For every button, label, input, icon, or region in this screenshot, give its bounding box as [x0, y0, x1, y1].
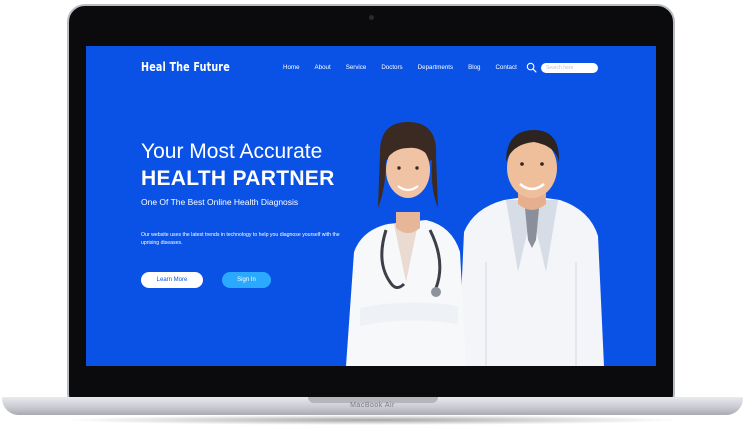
nav-contact[interactable]: Contact	[495, 64, 516, 71]
female-doctor-figure	[346, 122, 466, 366]
nav-departments[interactable]: Departments	[418, 64, 453, 71]
device-label: MacBook Air	[350, 402, 395, 409]
main-nav: Home About Service Doctors Departments B…	[283, 64, 532, 71]
nav-blog[interactable]: Blog	[468, 64, 480, 71]
nav-about[interactable]: About	[315, 64, 331, 71]
male-doctor-figure	[458, 130, 604, 366]
hero-title-line2: HEALTH PARTNER	[141, 167, 335, 190]
search-input[interactable]	[541, 63, 598, 73]
nav-home[interactable]: Home	[283, 64, 300, 71]
nav-service[interactable]: Service	[346, 64, 367, 71]
hero-subtitle: One Of The Best Online Health Diagnosis	[141, 197, 299, 207]
learn-more-button[interactable]: Learn More	[141, 272, 203, 288]
hero-description: Our website uses the latest trends in te…	[141, 232, 340, 246]
sign-in-button[interactable]: Sign In	[222, 272, 271, 288]
camera-dot	[369, 15, 374, 20]
laptop-shadow	[60, 415, 685, 425]
hero-title-line1: Your Most Accurate	[141, 140, 323, 163]
search-icon[interactable]	[526, 62, 537, 73]
site-logo[interactable]: Heal The Future	[141, 60, 230, 74]
nav-doctors[interactable]: Doctors	[381, 64, 402, 71]
doctors-photo	[346, 122, 604, 366]
website-screen: Heal The Future Home About Service Docto…	[86, 46, 656, 366]
